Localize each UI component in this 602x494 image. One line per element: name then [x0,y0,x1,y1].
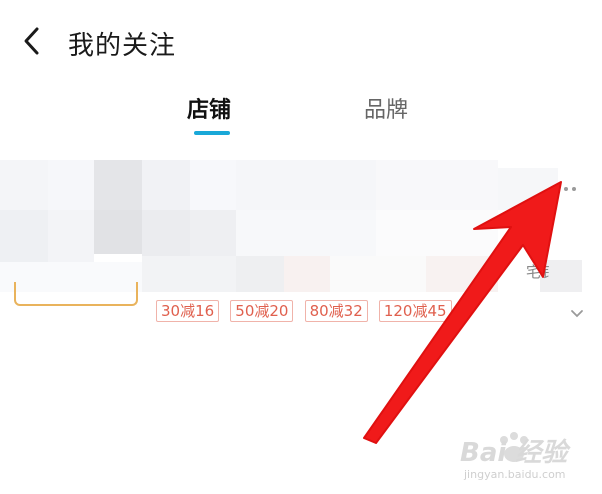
more-options-button[interactable] [556,176,584,191]
tab-bar: 店铺 品牌 [0,92,602,142]
chevron-down-icon [571,310,583,318]
watermark-text: Bai 经验 [460,438,568,468]
store-logo-frame [14,282,138,306]
coupon-tag[interactable]: 50减20 [230,300,294,322]
top-bar: 我的关注 [0,0,602,84]
chevron-left-icon [24,27,39,55]
store-info-partial-text: 宅钅 [526,263,557,281]
coupon-tag[interactable]: 80减32 [304,300,368,322]
more-dot [572,187,576,191]
back-button[interactable] [18,24,48,58]
more-dots-icon [556,187,560,191]
blurred-store-info [0,160,600,292]
active-tab-indicator [194,131,230,135]
coupon-tag[interactable]: 30减16 [156,300,220,322]
store-list-item[interactable]: 宅钅 30减16 50减20 80减32 120减45 [0,160,602,330]
watermark-url: jingyan.baidu.com [464,468,566,481]
more-dot [564,187,568,191]
coupon-list: 30减16 50减20 80减32 120减45 [156,300,458,324]
tab-brands[interactable]: 品牌 [364,92,408,124]
coupon-tag[interactable]: 120减45 [378,300,452,322]
tab-stores[interactable]: 店铺 [187,92,231,124]
expand-button[interactable] [569,305,585,318]
page-title: 我的关注 [68,31,177,61]
watermark: Bai 经验 jingyan.baidu.com [452,428,592,486]
